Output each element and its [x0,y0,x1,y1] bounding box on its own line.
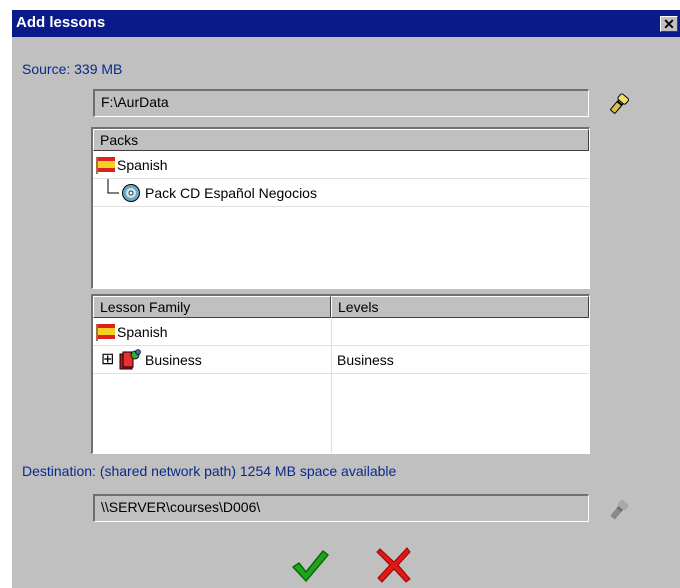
cancel-button[interactable] [376,546,412,587]
lessons-panel[interactable]: Lesson Family Levels Spanish ⊞ Business … [91,294,590,454]
packs-row-label: Pack CD Español Negocios [145,185,317,201]
lesson-family-header[interactable]: Lesson Family [93,296,331,318]
destination-path-field[interactable]: \\SERVER\courses\D006\ [93,494,589,522]
lessons-row-spanish[interactable]: Spanish [93,318,589,346]
lessons-row-business[interactable]: ⊞ Business Business [93,346,589,374]
packs-row-cd[interactable]: Pack CD Español Negocios [93,179,589,207]
levels-header[interactable]: Levels [331,296,589,318]
add-lessons-dialog: Add lessons ✕ Source: 339 MB F:\AurData … [12,10,680,588]
cross-icon [376,547,411,583]
checkmark-icon [292,550,329,582]
close-button[interactable]: ✕ [660,16,678,32]
source-label: Source: 339 MB [22,61,123,77]
cd-icon [122,184,140,202]
destination-browse-button[interactable] [606,497,632,526]
source-browse-button[interactable] [606,91,632,120]
window-title: Add lessons [16,14,106,31]
packs-row-spanish[interactable]: Spanish [93,151,589,179]
ok-button[interactable] [290,548,330,587]
packs-panel[interactable]: Packs Spanish Pack CD Español Negocios [91,127,590,289]
spanish-flag-icon [96,157,115,174]
lesson-level-label: Business [337,352,394,368]
packs-header[interactable]: Packs [93,129,589,151]
packs-row-label: Spanish [117,157,168,173]
source-path-field[interactable]: F:\AurData [93,89,589,117]
flashlight-icon [610,93,629,114]
lesson-family-label: Business [145,352,202,368]
title-bar[interactable]: Add lessons ✕ [12,10,680,37]
flashlight-icon [610,499,629,520]
expand-tree-icon[interactable]: ⊞ [101,349,114,369]
book-icon [119,349,141,370]
lesson-family-label: Spanish [117,324,168,340]
destination-label: Destination: (shared network path) 1254 … [22,463,397,479]
spanish-flag-icon [96,324,115,341]
